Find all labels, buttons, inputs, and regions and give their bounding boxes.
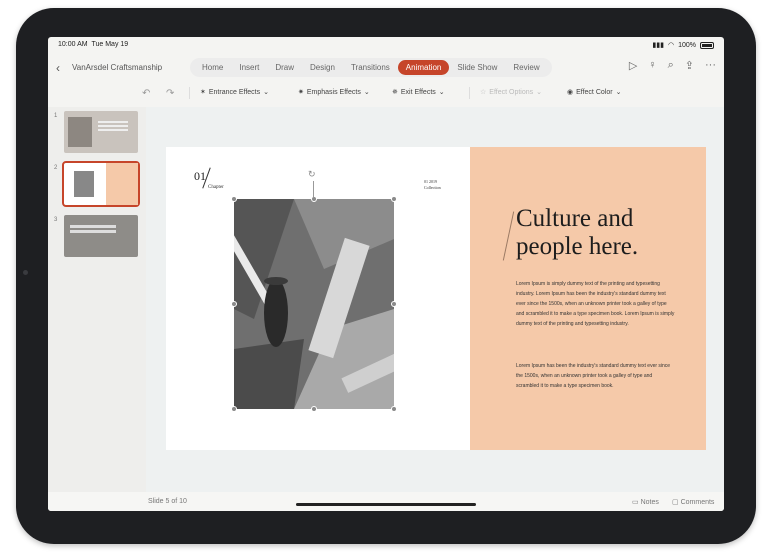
thumb-image	[74, 171, 94, 197]
more-icon[interactable]: ···	[705, 59, 716, 72]
share-icon[interactable]: ⇪	[685, 59, 694, 72]
selected-photo[interactable]	[234, 199, 394, 409]
tab-home[interactable]: Home	[194, 60, 231, 75]
chapter-label: Chapter	[208, 185, 224, 190]
animation-toolbar: ↶ ↷ ✶ Entrance Effects ⌄ ✷ Emphasis Effects…	[48, 83, 724, 103]
options-star-icon: ☆	[480, 89, 487, 96]
tab-animation[interactable]: Animation	[397, 60, 450, 75]
toolbar-divider	[189, 87, 190, 99]
comments-button[interactable]: ▢ Comments	[672, 498, 714, 506]
exit-star-icon: ✵	[392, 89, 398, 96]
thumb-number: 1	[54, 113, 58, 119]
search-icon[interactable]: ⌕	[668, 59, 674, 72]
slide-thumb-2[interactable]	[62, 161, 140, 207]
status-right: ▮▮▮ ◠ 100%	[652, 41, 714, 49]
effect-options-button[interactable]: ☆ Effect Options ⌄	[480, 88, 542, 97]
body-paragraph-1: Lorem Ipsum is simply dummy text of the …	[516, 281, 675, 327]
notes-button[interactable]: ▭ Notes	[632, 498, 659, 506]
effect-color-button[interactable]: ◉ Effect Color ⌄	[567, 88, 622, 97]
ribbon: ‹ VanArsdel Craftsmanship Home Insert Dr…	[48, 53, 724, 81]
resize-handle[interactable]	[391, 301, 397, 307]
status-bar: 10:00 AM Tue May 19 ▮▮▮ ◠ 100%	[48, 37, 724, 53]
play-icon[interactable]: ▷	[629, 59, 637, 72]
ribbon-actions: ▷ ♀ ⌕ ⇪ ···	[629, 59, 716, 72]
signal-icon: ▮▮▮	[652, 42, 664, 49]
slide-thumb-1[interactable]	[64, 111, 138, 153]
entrance-star-icon: ✶	[200, 89, 206, 96]
app-screen: 10:00 AM Tue May 19 ▮▮▮ ◠ 100% ‹ VanArsd…	[48, 37, 724, 511]
chevron-down-icon: ⌄	[536, 89, 542, 96]
camera-dot	[23, 270, 28, 275]
resize-handle[interactable]	[231, 196, 237, 202]
ribbon-tabs: Home Insert Draw Design Transitions Anim…	[190, 58, 552, 77]
battery-text: 100%	[678, 41, 696, 49]
thumb-image	[68, 117, 92, 147]
resize-handle[interactable]	[311, 196, 317, 202]
craft-photo-graphic	[234, 199, 394, 409]
tab-design[interactable]: Design	[302, 60, 343, 75]
thumb-text-lines	[98, 121, 128, 123]
wifi-icon: ◠	[667, 42, 675, 49]
chevron-down-icon: ⌄	[615, 89, 622, 96]
emphasis-effects-button[interactable]: ✷ Emphasis Effects ⌄	[298, 88, 370, 97]
heading-slash	[502, 211, 515, 261]
document-title[interactable]: VanArsdel Craftsmanship	[72, 63, 162, 72]
slide-thumb-3[interactable]	[64, 215, 138, 257]
thumb-number: 3	[54, 217, 58, 223]
tab-insert[interactable]: Insert	[231, 60, 267, 75]
entrance-effects-button[interactable]: ✶ Entrance Effects ⌄	[200, 88, 269, 97]
slide-canvas: 01 Chapter 01 2019 Collection ↻ Culture …	[146, 107, 724, 503]
undo-icon[interactable]: ↶	[142, 88, 150, 99]
redo-icon[interactable]: ↷	[166, 88, 174, 99]
status-time: 10:00 AM Tue May 19	[58, 41, 129, 48]
chevron-down-icon: ⌄	[263, 89, 269, 96]
collection-label: 01 2019 Collection	[424, 179, 441, 190]
slide-thumbnails: 1 2 3	[48, 107, 146, 503]
text-panel: Culture and people here. Lorem Ipsum is …	[470, 147, 706, 450]
rotate-handle-line	[313, 181, 314, 197]
exit-effects-button[interactable]: ✵ Exit Effects ⌄	[392, 88, 445, 97]
thumb-panel	[106, 163, 138, 205]
resize-handle[interactable]	[231, 406, 237, 412]
lightbulb-icon[interactable]: ♀	[648, 59, 656, 72]
emphasis-star-icon: ✷	[298, 89, 304, 96]
comment-icon: ▢	[672, 499, 679, 506]
chevron-down-icon: ⌄	[438, 89, 445, 96]
rotate-handle-icon[interactable]: ↻	[308, 169, 316, 180]
notes-icon: ▭	[632, 499, 639, 506]
body-paragraph-2: Lorem Ipsum has been the industry's stan…	[516, 363, 671, 389]
tab-slide-show[interactable]: Slide Show	[449, 60, 505, 75]
home-indicator[interactable]	[296, 503, 476, 506]
resize-handle[interactable]	[391, 196, 397, 202]
tab-review[interactable]: Review	[505, 60, 547, 75]
color-palette-icon: ◉	[567, 89, 574, 96]
current-slide[interactable]: 01 Chapter 01 2019 Collection ↻ Culture …	[166, 147, 706, 450]
slide-counter: Slide 5 of 10	[148, 498, 187, 505]
chevron-down-icon: ⌄	[363, 89, 370, 96]
tab-draw[interactable]: Draw	[267, 60, 302, 75]
back-icon[interactable]: ‹	[56, 61, 60, 75]
slide-heading: Culture and people here.	[516, 205, 639, 260]
thumb-text-lines	[70, 225, 116, 228]
resize-handle[interactable]	[391, 406, 397, 412]
tab-transitions[interactable]: Transitions	[343, 60, 398, 75]
resize-handle[interactable]	[231, 301, 237, 307]
thumb-number: 2	[54, 165, 58, 171]
resize-handle[interactable]	[311, 406, 317, 412]
toolbar-divider	[469, 87, 470, 99]
status-footer: Slide 5 of 10 ▭ Notes ▢ Comments	[48, 492, 724, 511]
battery-icon	[700, 41, 714, 49]
